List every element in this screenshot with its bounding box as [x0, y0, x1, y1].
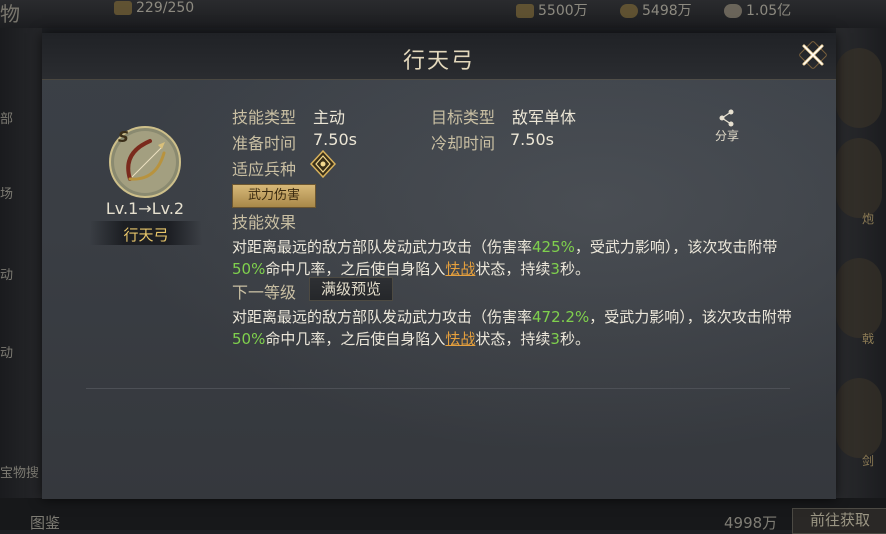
effect-status-link[interactable]: 怯战 — [445, 260, 475, 278]
dialog-title: 行天弓 — [402, 49, 475, 74]
left-bottom-text: 宝物搜 — [0, 466, 40, 481]
troop-counter-text: 229/250 — [136, 0, 195, 16]
silver-icon — [724, 4, 742, 18]
effect-text-4: 状态，持续 — [475, 260, 551, 278]
cooldown-value: 7.50s — [510, 130, 554, 149]
damage-type-tag: 武力伤害 — [232, 184, 316, 208]
dialog-divider — [86, 388, 790, 389]
effect-text-1: 对距离最远的敌方部队发动武力攻击（伤害率 — [232, 238, 533, 256]
share-label: 分享 — [714, 129, 739, 143]
bottom-bar: 图鉴 4998万 前往获取 — [0, 498, 886, 534]
resource-silver: 1.05亿 — [724, 0, 791, 20]
top-left-char: 物 — [0, 2, 20, 26]
right-label-2: 戟 — [862, 332, 875, 346]
share-icon — [719, 109, 734, 127]
next-effect-text-3: 命中几率，之后使自身陷入 — [265, 330, 446, 348]
left-tab-1[interactable]: 部 — [0, 108, 13, 127]
right-slot-2[interactable] — [836, 138, 882, 218]
left-tab-3[interactable]: 动 — [0, 264, 13, 283]
effect-text-5: 秒。 — [559, 260, 590, 278]
helmet-icon — [114, 1, 132, 15]
top-resource-bar: 物 229/250 5500万 5498万 1.05亿 — [0, 0, 886, 28]
resource-wood: 5500万 — [516, 0, 588, 20]
right-slot-1[interactable] — [836, 48, 882, 128]
left-nav: 部 场 动 动 宝物搜 — [0, 28, 42, 498]
effect-text-3: 命中几率，之后使自身陷入 — [265, 260, 446, 278]
dialog-header: 行天弓 — [42, 33, 836, 80]
effect-text-2: ，受武力影响），该次攻击附带 — [574, 238, 778, 256]
goto-obtain-button[interactable]: 前往获取 — [792, 508, 886, 534]
skill-name: 行天弓 — [123, 226, 169, 244]
next-effect-text-5: 秒。 — [559, 330, 590, 348]
next-effect-hit-rate: 50% — [232, 330, 266, 348]
next-effect-duration: 3 — [550, 330, 560, 348]
next-level-label: 下一等级 — [232, 283, 297, 302]
close-button[interactable] — [798, 40, 828, 70]
next-level-effect-text: 对距离最远的敌方部队发动武力攻击（伤害率472.2%，受武力影响），该次攻击附带… — [232, 306, 792, 350]
skill-grade: S — [118, 128, 129, 146]
resource-silver-value: 1.05亿 — [746, 3, 792, 19]
troop-counter: 229/250 — [114, 0, 194, 20]
right-label-1: 炮 — [862, 212, 875, 226]
wood-icon — [516, 4, 534, 18]
right-slot-3[interactable] — [836, 258, 882, 338]
effect-duration: 3 — [550, 260, 560, 278]
target-type-value: 敌军单体 — [512, 108, 577, 127]
skill-effect-text: 对距离最远的敌方部队发动武力攻击（伤害率425%，受武力影响），该次攻击附带 50… — [232, 236, 792, 280]
resource-wood-value: 5500万 — [538, 3, 588, 19]
next-effect-damage-rate: 472.2% — [532, 308, 590, 326]
cavalry-icon — [309, 149, 337, 179]
skill-detail-dialog: 行天弓 S Lv.1→Lv.2 行天弓 技能类型 主动 目标类型 敌军单体 准备… — [42, 33, 836, 499]
next-effect-text-2: ，受武力影响），该次攻击附带 — [589, 308, 792, 326]
effect-hit-rate: 50% — [232, 260, 266, 278]
resource-gold-value: 5498万 — [642, 3, 692, 19]
max-level-preview-button[interactable]: 满级预览 — [309, 277, 393, 301]
next-effect-status-link[interactable]: 怯战 — [445, 330, 475, 348]
skill-type-value: 主动 — [313, 108, 346, 127]
skill-icon[interactable]: S — [108, 125, 182, 199]
share-button[interactable]: 分享 — [707, 107, 747, 147]
resource-gold: 5498万 — [620, 0, 692, 20]
effect-damage-rate: 425% — [532, 238, 575, 256]
skill-level-text: Lv.1→Lv.2 — [105, 199, 185, 218]
left-tab-2[interactable]: 场 — [0, 183, 13, 202]
left-tab-4[interactable]: 动 — [0, 342, 13, 361]
next-effect-text-1: 对距离最远的敌方部队发动武力攻击（伤害率 — [232, 308, 533, 326]
coin-icon — [620, 4, 638, 18]
close-icon[interactable] — [798, 40, 828, 70]
next-effect-text-4: 状态，持续 — [475, 330, 551, 348]
troop-type-icon[interactable] — [309, 149, 337, 179]
cooldown-label: 冷却时间 — [431, 134, 496, 153]
skill-effect-label: 技能效果 — [232, 213, 297, 232]
troop-type-label: 适应兵种 — [232, 160, 297, 179]
skill-type-label: 技能类型 — [232, 108, 297, 127]
right-nav: 炮 戟 剑 — [836, 28, 886, 498]
right-label-3: 剑 — [862, 454, 875, 468]
prep-time-value: 7.50s — [313, 130, 357, 149]
right-slot-4[interactable] — [836, 378, 882, 458]
target-type-label: 目标类型 — [431, 108, 496, 127]
prep-time-label: 准备时间 — [232, 134, 297, 153]
